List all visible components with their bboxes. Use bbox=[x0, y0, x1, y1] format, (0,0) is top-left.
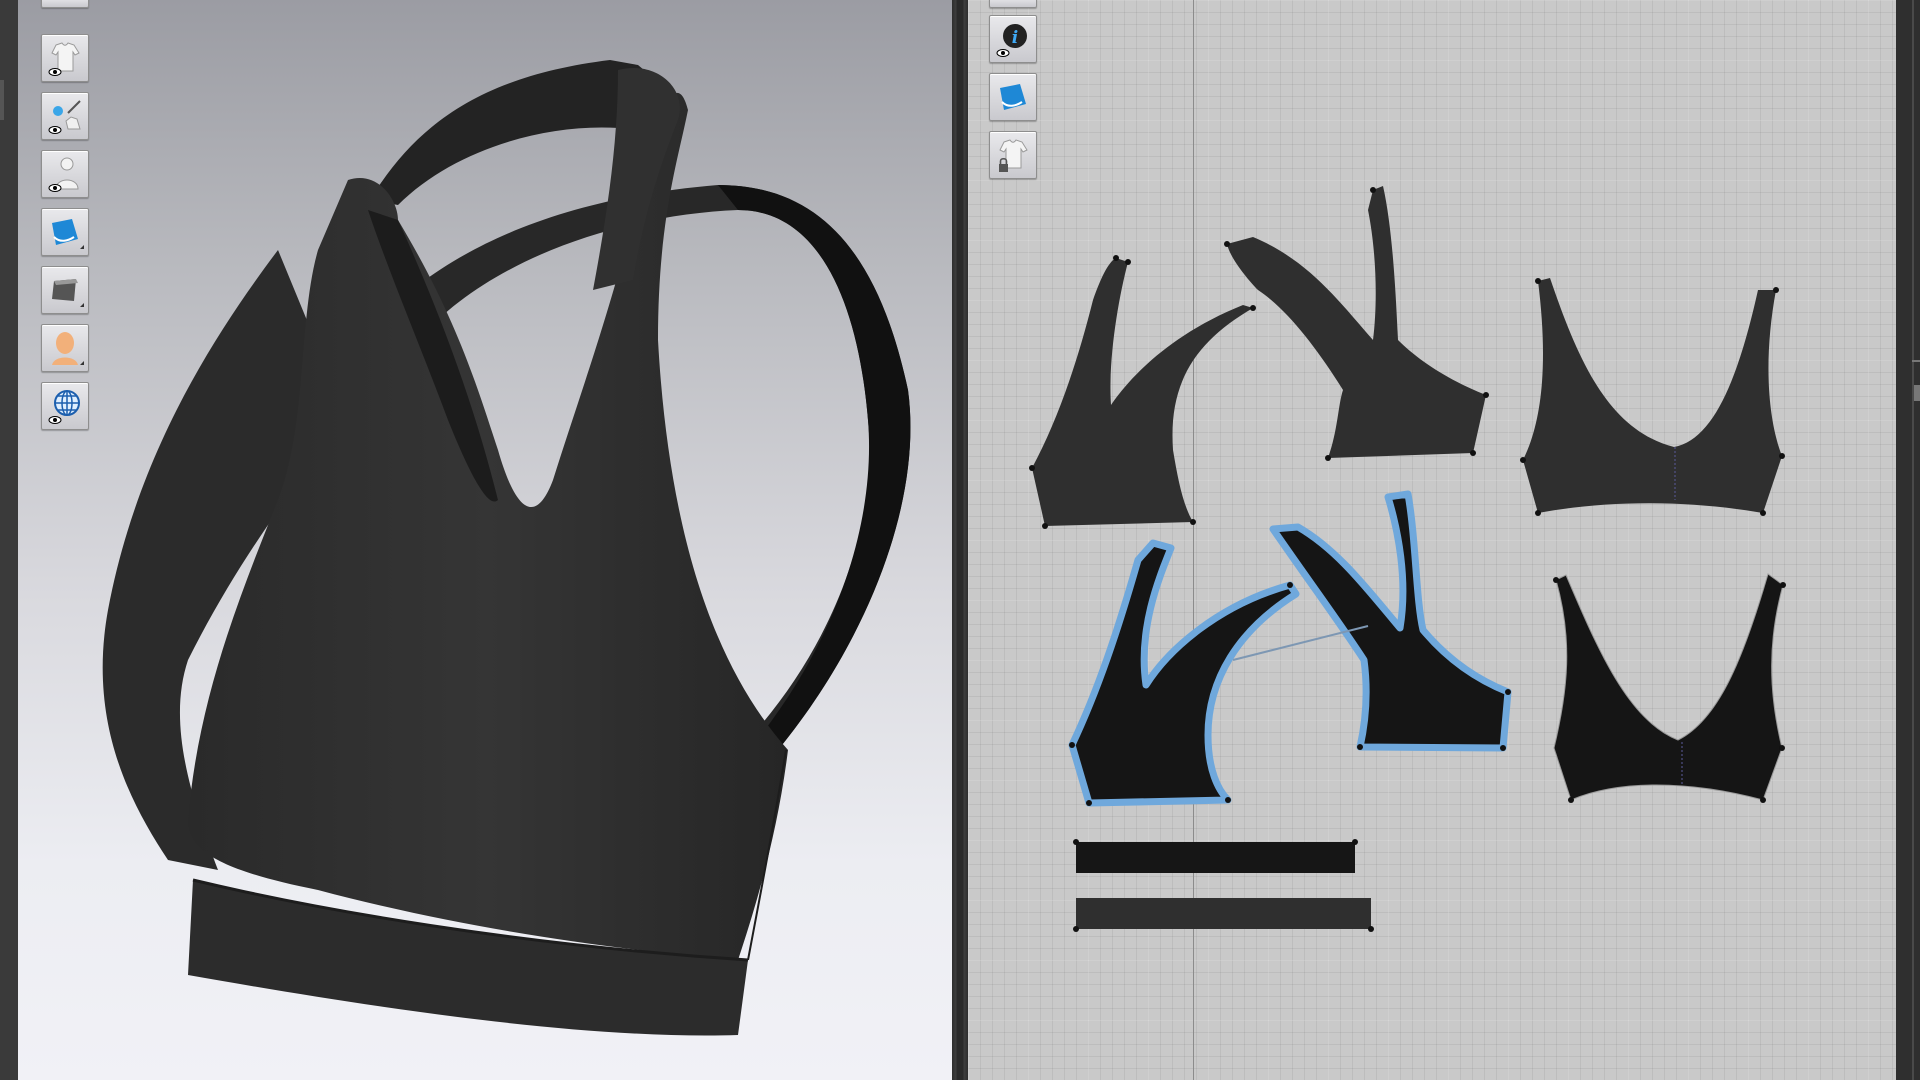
pattern-piece-left-side-selected[interactable] bbox=[1068, 539, 1300, 807]
pattern-piece-front-top[interactable] bbox=[1523, 278, 1782, 513]
avatar-eye-icon bbox=[48, 157, 79, 192]
info-eye-icon: i bbox=[996, 24, 1027, 57]
band-strip-bottom[interactable] bbox=[1076, 898, 1371, 929]
thickness-render-button[interactable] bbox=[41, 266, 89, 314]
2d-pattern-canvas[interactable] bbox=[968, 0, 1896, 1080]
right-panel-handle-top[interactable] bbox=[1912, 360, 1920, 362]
right-panel-handle[interactable] bbox=[1914, 385, 1920, 401]
pattern-piece-front-bottom[interactable] bbox=[1553, 573, 1784, 801]
3d-garment-window[interactable] bbox=[18, 0, 952, 1080]
svg-text:i: i bbox=[1012, 28, 1018, 48]
pattern-piece-left-side[interactable] bbox=[1032, 258, 1253, 526]
globe-eye-icon bbox=[48, 390, 80, 424]
left-panel-edge bbox=[0, 0, 18, 1080]
blue-texture-icon bbox=[1000, 84, 1026, 110]
blue-texture-icon bbox=[52, 219, 84, 249]
show-trims-button[interactable] bbox=[41, 92, 89, 140]
view-splitter[interactable] bbox=[952, 0, 968, 1080]
avatar-skin-button[interactable] bbox=[41, 324, 89, 372]
toolbar-2d-hidden-button[interactable] bbox=[989, 0, 1037, 8]
2d-view-toolbar: i bbox=[989, 15, 1037, 189]
panel-handle[interactable] bbox=[0, 80, 4, 120]
show-info-button[interactable]: i bbox=[989, 15, 1037, 63]
avatar-head-icon bbox=[52, 332, 84, 365]
pattern-piece-center-side[interactable] bbox=[1227, 186, 1486, 458]
right-panel-edge bbox=[1896, 0, 1920, 1080]
show-avatar-button[interactable] bbox=[41, 150, 89, 198]
show-garment-button[interactable] bbox=[41, 34, 89, 82]
right-strap-inner bbox=[718, 185, 911, 750]
2d-pattern-window[interactable]: i bbox=[968, 0, 1896, 1080]
trims-eye-icon bbox=[48, 100, 81, 134]
band-strip-top[interactable] bbox=[1076, 842, 1355, 873]
3d-garment-canvas[interactable] bbox=[18, 0, 952, 1080]
texture-2d-button[interactable] bbox=[989, 73, 1037, 121]
pattern-piece-center-side-selected[interactable] bbox=[1269, 490, 1512, 752]
environment-button[interactable] bbox=[41, 382, 89, 430]
texture-mode-button[interactable] bbox=[41, 208, 89, 256]
3d-view-toolbar bbox=[41, 34, 89, 440]
right-panel-divider bbox=[1912, 0, 1914, 1080]
toolbar-3d-hidden-button[interactable] bbox=[41, 0, 89, 8]
gray-fabric-icon bbox=[52, 279, 84, 307]
locked-garment-icon bbox=[999, 139, 1028, 172]
front-body[interactable] bbox=[188, 92, 788, 961]
garment-eye-icon bbox=[48, 42, 80, 76]
lock-garment-button[interactable] bbox=[989, 131, 1037, 179]
